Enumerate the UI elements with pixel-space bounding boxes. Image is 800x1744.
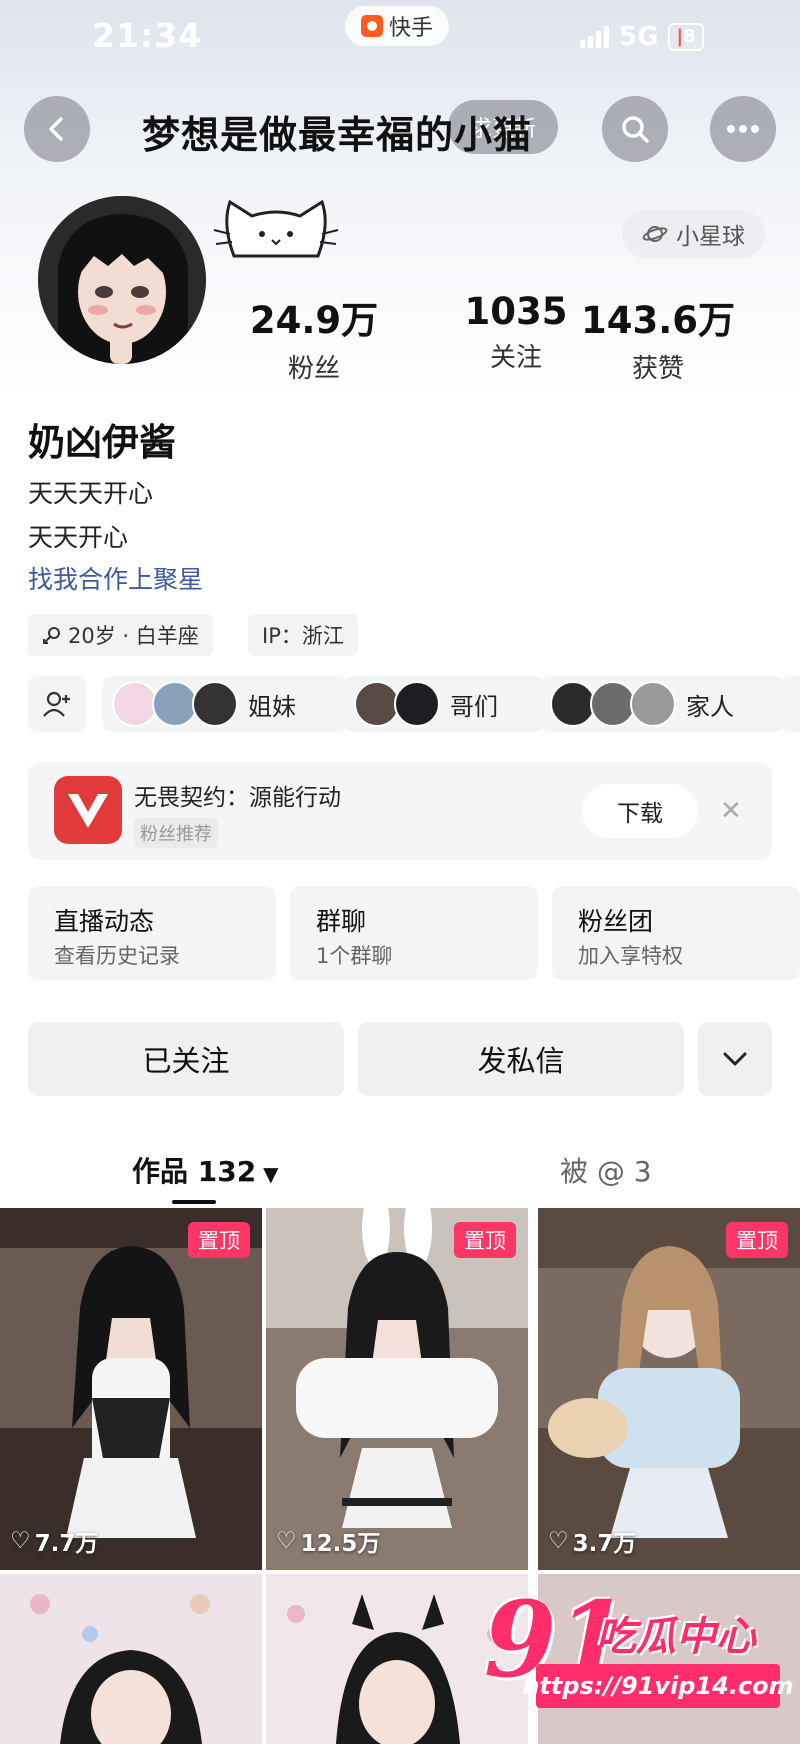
post-likes: ♡ 12.5万 xyxy=(276,1528,381,1557)
group-label: 姐妹 xyxy=(248,692,296,721)
status-right: 5G |8 xyxy=(580,22,704,52)
planet-icon xyxy=(642,226,668,242)
ad-title: 无畏契约：源能行动 xyxy=(134,785,341,811)
tab-underline xyxy=(172,1200,216,1204)
planet-label: 小星球 xyxy=(676,224,745,250)
post-thumbnail xyxy=(0,1208,262,1570)
card-group-chat[interactable]: 群聊 1个群聊 xyxy=(290,886,538,980)
add-person-icon xyxy=(43,691,70,717)
heart-icon: ♡ xyxy=(276,1528,297,1554)
group-sisters[interactable]: 姐妹 xyxy=(102,676,348,732)
caret-down-icon: ▼ xyxy=(256,1162,279,1186)
group-avatar xyxy=(192,681,238,727)
more-button[interactable] xyxy=(710,96,776,162)
group-avatar xyxy=(630,681,676,727)
bio-line: 天天天开心 xyxy=(28,479,154,508)
post-thumbnail xyxy=(0,1574,262,1744)
ip-tag: IP：浙江 xyxy=(248,614,358,656)
group-more[interactable] xyxy=(780,676,800,732)
post-tile[interactable] xyxy=(0,1574,262,1744)
avatar-illustration xyxy=(38,196,206,364)
post-thumbnail xyxy=(538,1208,800,1570)
kuaishou-logo-icon xyxy=(361,15,383,37)
group-label: 哥们 xyxy=(450,692,498,721)
card-subtitle: 1个群聊 xyxy=(316,944,393,968)
little-planet-button[interactable]: 小星球 xyxy=(622,210,765,258)
post-tile[interactable]: 置顶 ♡ 3.7万 xyxy=(538,1208,800,1570)
search-icon xyxy=(622,116,649,143)
stat-fans-value: 24.9万 xyxy=(249,299,379,342)
heart-icon: ♡ xyxy=(10,1528,31,1554)
stat-fans-label: 粉丝 xyxy=(287,354,340,384)
cat-doodle-icon xyxy=(212,194,342,268)
bio-link[interactable]: 找我合作上聚星 xyxy=(28,560,203,596)
age-zodiac-tag: 20岁 · 白羊座 xyxy=(28,614,213,656)
card-live-history[interactable]: 直播动态 查看历史记录 xyxy=(28,886,276,980)
more-icon xyxy=(727,125,759,133)
card-subtitle: 查看历史记录 xyxy=(54,944,180,968)
post-likes: ♡ 3.7万 xyxy=(548,1528,637,1557)
card-subtitle: 加入享特权 xyxy=(578,944,683,968)
tab-works[interactable]: 作品 132 ▼ xyxy=(132,1150,279,1190)
tab-mentions[interactable]: 被 @ 3 xyxy=(560,1150,652,1190)
pinned-badge: 置顶 xyxy=(454,1222,516,1258)
stat-likes[interactable]: 143.6万 获赞 xyxy=(578,290,738,385)
app-indicator: 快手 xyxy=(345,6,450,46)
ad-subtitle: 粉丝推荐 xyxy=(134,818,218,848)
bio-line: 天天开心 xyxy=(28,523,129,552)
chevron-left-icon xyxy=(49,117,63,141)
watermark-text: 吃瓜中心 xyxy=(596,1614,756,1660)
avatar[interactable] xyxy=(38,196,206,364)
group-avatar xyxy=(394,681,440,727)
stat-following-label: 关注 xyxy=(489,343,542,373)
group-brothers[interactable]: 哥们 xyxy=(344,676,544,732)
post-tile[interactable]: 置顶 ♡ 12.5万 xyxy=(266,1208,528,1570)
post-likes: ♡ 7.7万 xyxy=(10,1528,99,1557)
stat-likes-label: 获赞 xyxy=(631,354,684,384)
stat-following[interactable]: 1035 关注 xyxy=(436,290,596,374)
followed-button[interactable]: 已关注 xyxy=(28,1022,344,1096)
gender-icon xyxy=(43,627,60,644)
status-time: 21:34 xyxy=(92,16,203,55)
signal-icon xyxy=(580,26,609,48)
group-label: 家人 xyxy=(686,692,734,721)
card-title: 粉丝团 xyxy=(578,907,654,936)
battery-icon: |8 xyxy=(668,23,704,51)
message-button[interactable]: 发私信 xyxy=(358,1022,684,1096)
chevron-down-icon xyxy=(723,1052,747,1066)
card-fan-club[interactable]: 粉丝团 加入享特权 xyxy=(552,886,800,980)
download-button[interactable]: 下载 xyxy=(582,784,698,838)
tab-works-label: 作品 132 xyxy=(132,1155,257,1188)
network-label: 5G xyxy=(619,22,659,52)
pinned-badge: 置顶 xyxy=(188,1222,250,1258)
heart-icon: ♡ xyxy=(548,1528,569,1554)
stat-following-value: 1035 xyxy=(464,290,568,333)
card-title: 群聊 xyxy=(316,907,367,936)
post-tile[interactable]: 置顶 ♡ 7.7万 xyxy=(0,1208,262,1570)
search-button[interactable] xyxy=(602,96,668,162)
stat-fans[interactable]: 24.9万 粉丝 xyxy=(234,290,394,385)
post-thumbnail xyxy=(266,1208,528,1570)
profile-name: 奶凶伊酱 xyxy=(28,421,176,464)
close-icon[interactable]: ✕ xyxy=(720,796,742,826)
card-title: 直播动态 xyxy=(54,907,155,936)
pinned-badge: 置顶 xyxy=(726,1222,788,1258)
app-name: 快手 xyxy=(389,16,434,41)
more-actions-button[interactable] xyxy=(698,1022,772,1096)
header-banner-text: 梦想是做最幸福的小猫 xyxy=(142,112,533,157)
back-button[interactable] xyxy=(24,96,90,162)
group-family[interactable]: 家人 xyxy=(540,676,784,732)
add-friend-button[interactable] xyxy=(28,676,86,732)
watermark-url: https://91vip14.com xyxy=(522,1664,794,1708)
game-app-icon xyxy=(54,776,122,844)
stat-likes-value: 143.6万 xyxy=(580,299,736,342)
